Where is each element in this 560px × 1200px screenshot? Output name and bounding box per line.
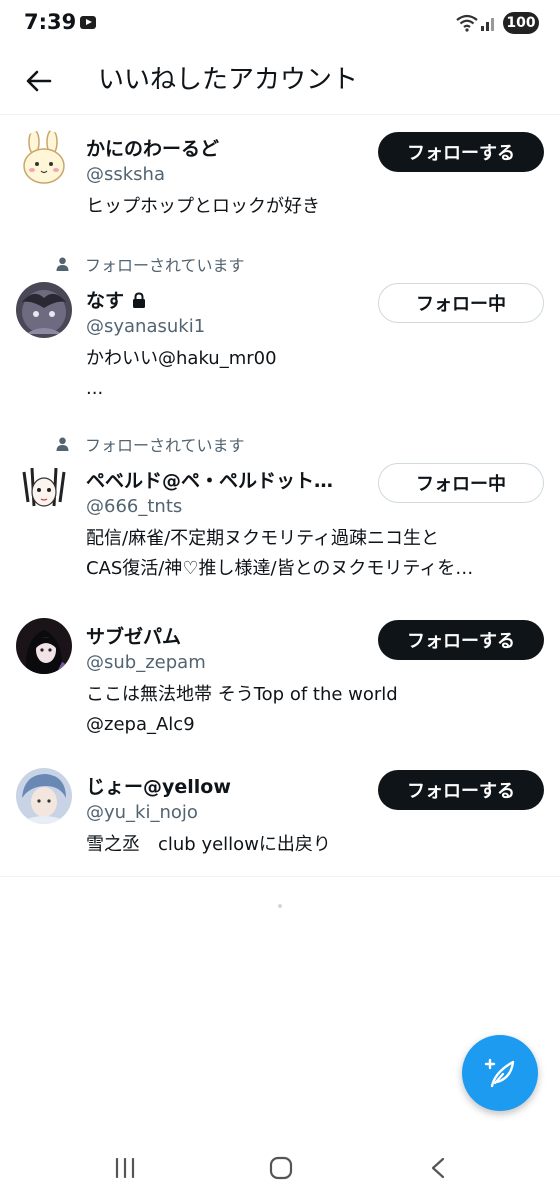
following-button[interactable]: フォロー中 xyxy=(378,463,544,503)
recent-apps-button[interactable] xyxy=(113,1156,137,1180)
bio-line: 配信/麻雀/不定期ヌクモリティ過疎ニコ生と xyxy=(86,528,440,549)
compose-button[interactable] xyxy=(462,1035,538,1111)
bio-line: ... xyxy=(86,378,104,399)
feather-plus-icon xyxy=(484,1058,515,1088)
bio-line: 雪之丞 club yellowに出戻り xyxy=(86,834,331,855)
bio-line: ここは無法地帯 そうTop of the world xyxy=(86,684,398,705)
follows-you-indicator: フォローされています xyxy=(56,432,245,456)
user-row[interactable]: フォローされています なす @syanasuki1 かわいい@haku_mr00… xyxy=(0,252,560,412)
following-button[interactable]: フォロー中 xyxy=(378,283,544,323)
user-bio: 配信/麻雀/不定期ヌクモリティ過疎ニコ生と CAS復活/神♡推し様達/皆とのヌク… xyxy=(86,524,546,584)
follows-you-text: フォローされています xyxy=(85,256,245,275)
avatar[interactable] xyxy=(16,130,72,186)
follow-button[interactable]: フォローする xyxy=(378,770,544,810)
arrow-left-icon xyxy=(26,70,52,92)
bio-line: CAS復活/神♡推し様達/皆とのヌクモリティを… xyxy=(86,558,474,579)
follow-button[interactable]: フォローする xyxy=(378,132,544,172)
avatar[interactable] xyxy=(16,282,72,338)
user-name: ペベルド@ペ・ペルドット… xyxy=(86,470,334,492)
avatar[interactable] xyxy=(16,462,72,518)
display-name: サブゼパム xyxy=(86,622,181,649)
user-name: なす xyxy=(86,290,125,312)
person-icon xyxy=(56,437,69,451)
list-divider xyxy=(0,876,560,877)
display-name: かにのわーるど xyxy=(86,134,219,161)
user-bio: ここは無法地帯 そうTop of the world @zepa_Alc9 xyxy=(86,680,546,740)
user-handle: @syanasuki1 xyxy=(86,316,206,337)
top-app-bar: いいねしたアカウント xyxy=(0,48,560,115)
bio-line: かわいい@haku_mr00 xyxy=(86,348,277,369)
display-name: ペベルド@ペ・ペルドット… xyxy=(86,466,333,493)
status-bar: 7:39 100 xyxy=(0,0,560,48)
home-button[interactable] xyxy=(268,1156,294,1180)
user-row[interactable]: じょー@yellow @yu_ki_nojo 雪之丞 club yellowに出… xyxy=(0,768,560,868)
page-title: いいねしたアカウント xyxy=(98,65,359,95)
follows-you-text: フォローされています xyxy=(85,436,245,455)
avatar[interactable] xyxy=(16,768,72,824)
wifi-icon xyxy=(456,14,478,32)
back-nav-button[interactable] xyxy=(428,1156,448,1180)
user-bio: かわいい@haku_mr00 ... xyxy=(86,344,546,404)
user-name: サブゼパム xyxy=(86,626,182,648)
display-name: じょー@yellow xyxy=(86,772,231,799)
user-name: じょー@yellow xyxy=(86,776,231,798)
user-handle: @sub_zepam xyxy=(86,652,206,673)
youtube-notification-icon xyxy=(80,16,96,29)
follow-button[interactable]: フォローする xyxy=(378,620,544,660)
status-time: 7:39 xyxy=(24,10,77,34)
display-name: なす xyxy=(86,286,146,313)
user-row[interactable]: フォローされています ペベルド@ペ・ペルドット… @666_tnts 配信/麻雀… xyxy=(0,432,560,592)
back-button[interactable] xyxy=(20,62,58,100)
follows-you-indicator: フォローされています xyxy=(56,252,245,276)
user-bio: ヒップホップとロックが好き xyxy=(86,192,546,222)
system-navigation-bar xyxy=(0,1140,560,1200)
signal-icon xyxy=(481,18,494,31)
battery-indicator: 100 xyxy=(503,12,539,34)
person-icon xyxy=(56,257,69,271)
lock-icon xyxy=(133,291,146,308)
loading-indicator xyxy=(278,904,282,908)
user-row[interactable]: サブゼパム @sub_zepam ここは無法地帯 そうTop of the wo… xyxy=(0,618,560,748)
user-row[interactable]: かにのわーるど @ssksha ヒップホップとロックが好き フォローする xyxy=(0,130,560,240)
user-handle: @666_tnts xyxy=(86,496,183,517)
bio-line: ヒップホップとロックが好き xyxy=(86,196,320,217)
user-bio: 雪之丞 club yellowに出戻り xyxy=(86,830,546,860)
user-handle: @ssksha xyxy=(86,164,165,185)
avatar[interactable] xyxy=(16,618,72,674)
user-name: かにのわーるど xyxy=(86,138,220,160)
bio-line: @zepa_Alc9 xyxy=(86,714,195,735)
user-handle: @yu_ki_nojo xyxy=(86,802,198,823)
